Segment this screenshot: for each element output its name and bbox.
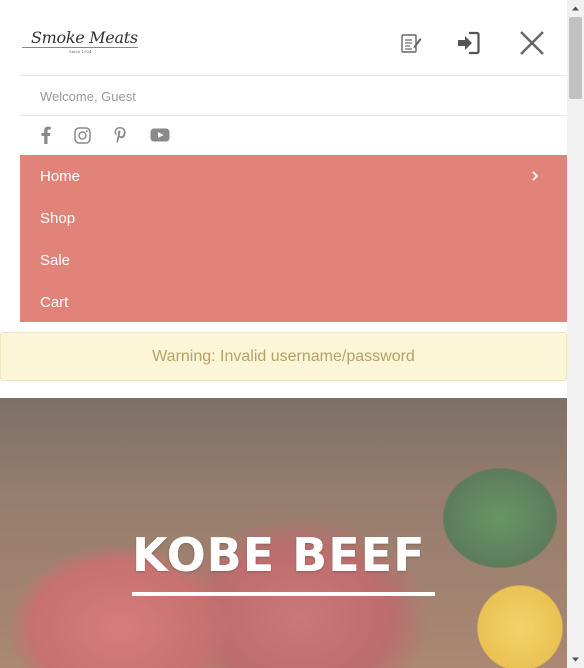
hero-banner[interactable]: KOBE BEEF xyxy=(0,398,567,668)
instagram-icon[interactable] xyxy=(72,126,92,144)
hero-underline xyxy=(132,592,435,596)
warning-alert: Warning: Invalid username/password xyxy=(0,332,567,381)
logo-text: Smoke Meats xyxy=(31,28,138,47)
warning-text: Warning: Invalid username/password xyxy=(152,347,415,365)
youtube-icon[interactable] xyxy=(150,126,170,144)
logo-divider xyxy=(22,47,138,48)
scrollbar-thumb[interactable] xyxy=(569,17,582,99)
menu-item-shop[interactable]: Shop xyxy=(20,197,567,239)
welcome-text: Welcome, Guest xyxy=(40,89,136,104)
menu-item-label: Home xyxy=(40,167,81,185)
menu-item-label: Cart xyxy=(40,293,69,311)
menu-item-label: Shop xyxy=(40,209,76,227)
logo[interactable]: Smoke Meats Since 1924 xyxy=(22,28,140,56)
menu-item-cart[interactable]: Cart xyxy=(20,281,567,323)
menu-item-sale[interactable]: Sale xyxy=(20,239,567,281)
hero-title: KOBE BEEF xyxy=(132,528,426,582)
logo-subtitle: Since 1924 xyxy=(69,49,92,54)
mobile-menu-header: Smoke Meats Since 1924 xyxy=(20,0,567,76)
mobile-nav-menu: Home Shop Sale Cart xyxy=(20,155,567,322)
scroll-down-arrow-icon[interactable] xyxy=(571,655,580,664)
social-links xyxy=(20,116,567,155)
scroll-up-arrow-icon[interactable] xyxy=(571,4,580,13)
vertical-scrollbar[interactable] xyxy=(567,0,584,668)
login-icon[interactable] xyxy=(454,29,482,57)
menu-item-label: Sale xyxy=(40,251,71,269)
register-icon[interactable] xyxy=(399,31,423,55)
facebook-icon[interactable] xyxy=(36,126,56,144)
close-icon[interactable] xyxy=(517,28,547,58)
page: KOBE BEEF Smoke Meats Since 1924 Welcome… xyxy=(0,0,584,668)
chevron-right-icon[interactable] xyxy=(529,169,541,183)
pinterest-icon[interactable] xyxy=(110,126,130,144)
menu-item-home[interactable]: Home xyxy=(20,155,567,197)
welcome-row: Welcome, Guest xyxy=(20,77,567,116)
